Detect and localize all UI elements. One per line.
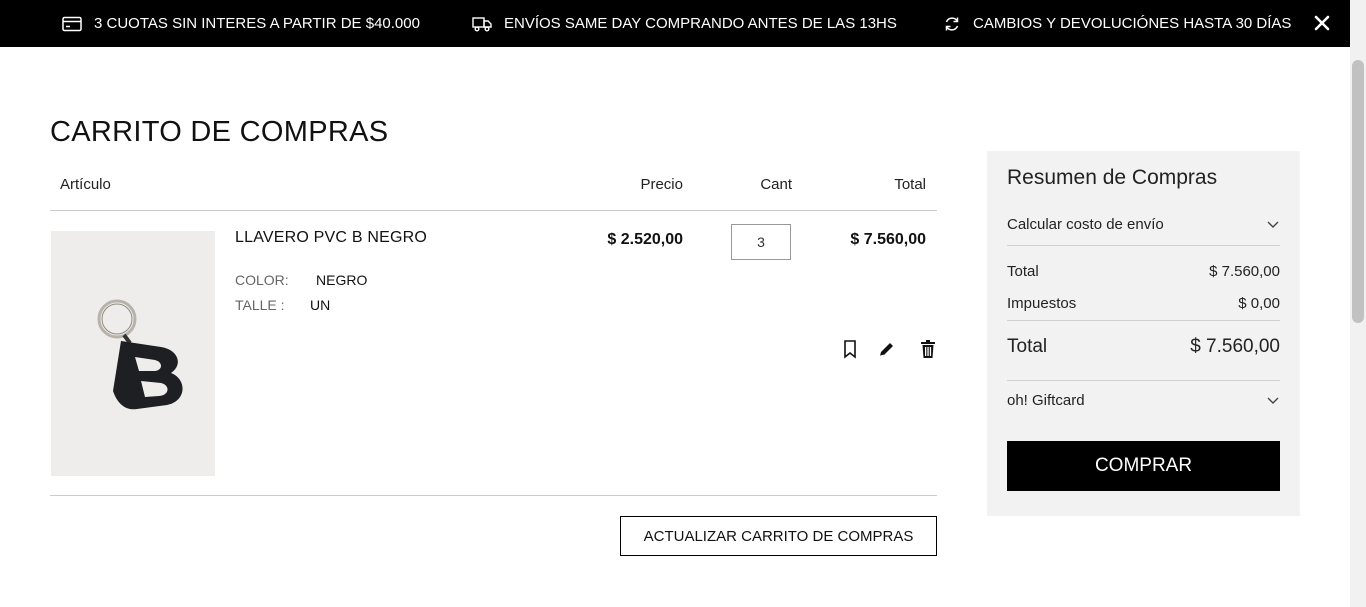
- grand-total-label: Total: [1007, 336, 1048, 357]
- grand-total-value: $ 7.560,00: [1190, 336, 1280, 357]
- column-header-article: Artículo: [60, 176, 111, 193]
- grand-total-row: Total $ 7.560,00: [1007, 333, 1280, 361]
- quantity-input[interactable]: [731, 224, 791, 260]
- trash-icon[interactable]: [918, 339, 938, 359]
- promo-shipping-text: ENVÍOS SAME DAY COMPRANDO ANTES DE LAS 1…: [504, 15, 897, 32]
- summary-divider: [1007, 245, 1280, 246]
- promo-installments-text: 3 CUOTAS SIN INTERES A PARTIR DE $40.000: [94, 15, 420, 32]
- promo-installments: 3 CUOTAS SIN INTERES A PARTIR DE $40.000: [62, 0, 420, 47]
- bookmark-icon[interactable]: [840, 339, 860, 359]
- promo-returns: CAMBIOS Y DEVOLUCIÓNES HASTA 30 DÍAS: [943, 0, 1291, 47]
- close-icon[interactable]: [1312, 13, 1332, 33]
- chevron-down-icon: [1267, 397, 1279, 404]
- item-price: $ 2.520,00: [607, 231, 683, 248]
- update-cart-button[interactable]: ACTUALIZAR CARRITO DE COMPRAS: [620, 516, 937, 556]
- chevron-down-icon: [1267, 221, 1279, 228]
- checkout-button[interactable]: COMPRAR: [1007, 441, 1280, 491]
- row-divider: [50, 495, 937, 496]
- giftcard-toggle[interactable]: oh! Giftcard: [1007, 389, 1280, 411]
- refresh-icon: [945, 16, 959, 31]
- product-name[interactable]: LLAVERO PVC B NEGRO: [235, 229, 427, 247]
- tax-row: Impuestos $ 0,00: [1007, 292, 1280, 314]
- column-header-price: Precio: [640, 176, 683, 193]
- column-header-qty: Cant: [760, 176, 792, 193]
- promo-returns-text: CAMBIOS Y DEVOLUCIÓNES HASTA 30 DÍAS: [973, 15, 1292, 32]
- promo-bar: 3 CUOTAS SIN INTERES A PARTIR DE $40.000…: [0, 0, 1350, 47]
- promo-shipping: ENVÍOS SAME DAY COMPRANDO ANTES DE LAS 1…: [472, 0, 897, 47]
- edit-icon[interactable]: [877, 339, 897, 359]
- shipping-calc-label: Calcular costo de envío: [1007, 215, 1164, 233]
- giftcard-label: oh! Giftcard: [1007, 391, 1085, 409]
- color-value: NEGRO: [316, 272, 368, 288]
- header-divider: [50, 210, 937, 211]
- subtotal-value: $ 7.560,00: [1209, 262, 1280, 280]
- page-title: CARRITO DE COMPRAS: [50, 116, 389, 148]
- shipping-calc-toggle[interactable]: Calcular costo de envío: [1007, 213, 1280, 235]
- subtotal-row: Total $ 7.560,00: [1007, 260, 1280, 282]
- tax-value: $ 0,00: [1238, 294, 1280, 312]
- column-header-total: Total: [894, 176, 926, 193]
- product-image[interactable]: [51, 231, 215, 476]
- tax-label: Impuestos: [1007, 294, 1077, 312]
- item-total: $ 7.560,00: [850, 231, 926, 248]
- size-label: TALLE :: [235, 297, 285, 313]
- scrollbar-thumb[interactable]: [1352, 60, 1364, 323]
- truck-icon: [472, 16, 492, 31]
- subtotal-label: Total: [1007, 262, 1039, 280]
- summary-divider: [1007, 320, 1280, 321]
- scrollbar[interactable]: [1350, 0, 1366, 607]
- size-value: UN: [310, 297, 331, 313]
- color-label: COLOR:: [235, 272, 289, 288]
- credit-card-icon: [62, 16, 82, 31]
- keychain-image: [97, 299, 183, 410]
- order-summary: Resumen de Compras Calcular costo de env…: [987, 151, 1300, 516]
- summary-divider: [1007, 380, 1280, 381]
- summary-title: Resumen de Compras: [1007, 166, 1218, 189]
